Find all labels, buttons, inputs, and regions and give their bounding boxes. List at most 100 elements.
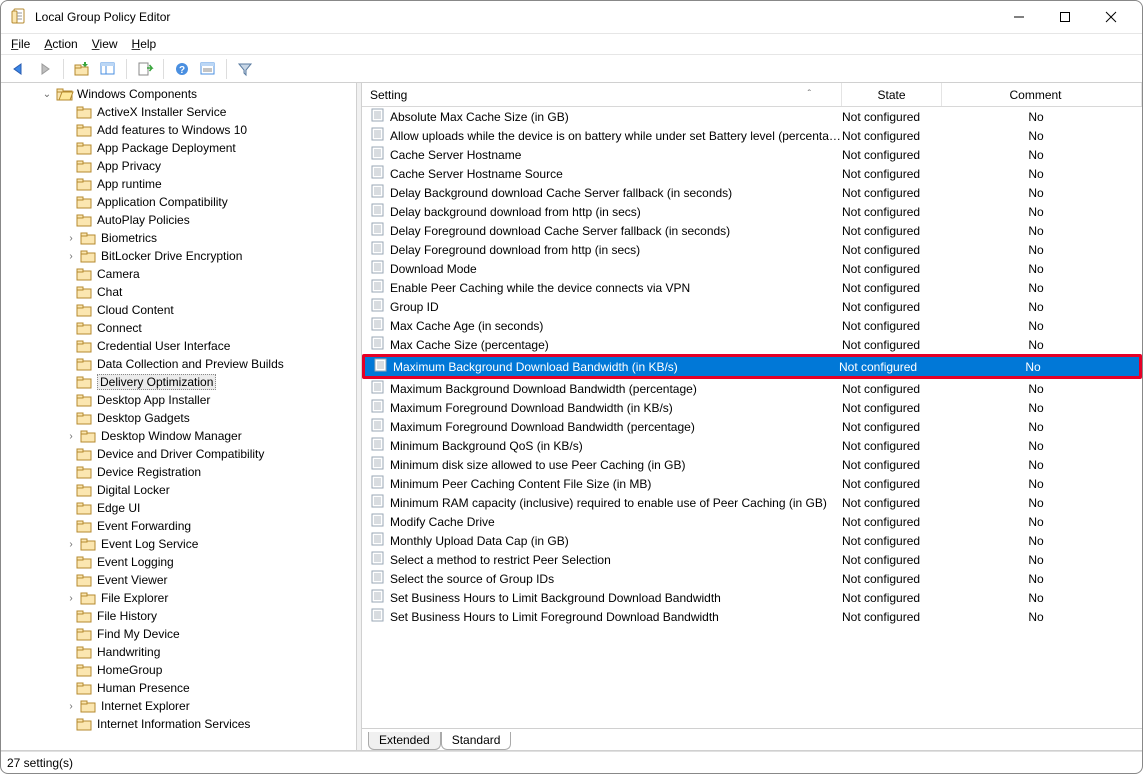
- column-state[interactable]: State: [842, 83, 942, 106]
- tree-item[interactable]: Event Viewer: [1, 571, 356, 589]
- tree-item[interactable]: Cloud Content: [1, 301, 356, 319]
- list-row[interactable]: Enable Peer Caching while the device con…: [362, 278, 1142, 297]
- tree-item[interactable]: Event Logging: [1, 553, 356, 571]
- tree-item[interactable]: App Privacy: [1, 157, 356, 175]
- list-row[interactable]: Minimum disk size allowed to use Peer Ca…: [362, 455, 1142, 474]
- list-row[interactable]: Set Business Hours to Limit Foreground D…: [362, 607, 1142, 626]
- menu-view[interactable]: View: [92, 37, 118, 51]
- export-list-button[interactable]: [133, 58, 157, 80]
- tab-extended[interactable]: Extended: [368, 732, 441, 750]
- list-row[interactable]: Monthly Upload Data Cap (in GB)Not confi…: [362, 531, 1142, 550]
- tree-pane[interactable]: ⌄ Windows Components ActiveX Installer S…: [1, 83, 357, 750]
- tree-item[interactable]: ›Event Log Service: [1, 535, 356, 553]
- menu-action[interactable]: Action: [44, 37, 77, 51]
- setting-comment: No: [942, 515, 1142, 529]
- tree-item[interactable]: Device and Driver Compatibility: [1, 445, 356, 463]
- tree-item[interactable]: App runtime: [1, 175, 356, 193]
- close-button[interactable]: [1088, 2, 1134, 32]
- filter-button[interactable]: [233, 58, 257, 80]
- list-row[interactable]: Modify Cache DriveNot configuredNo: [362, 512, 1142, 531]
- list-row[interactable]: Delay Background download Cache Server f…: [362, 183, 1142, 202]
- tree-item[interactable]: Chat: [1, 283, 356, 301]
- setting-comment: No: [939, 360, 1139, 374]
- list-row[interactable]: Download ModeNot configuredNo: [362, 259, 1142, 278]
- list-row[interactable]: Cache Server HostnameNot configuredNo: [362, 145, 1142, 164]
- tree-item[interactable]: File History: [1, 607, 356, 625]
- setting-name: Delay background download from http (in …: [390, 205, 842, 219]
- list-row[interactable]: Cache Server Hostname SourceNot configur…: [362, 164, 1142, 183]
- list-row[interactable]: Select a method to restrict Peer Selecti…: [362, 550, 1142, 569]
- menu-help[interactable]: Help: [132, 37, 157, 51]
- tree-item[interactable]: Event Forwarding: [1, 517, 356, 535]
- tree-item[interactable]: ActiveX Installer Service: [1, 103, 356, 121]
- chevron-right-icon[interactable]: ›: [65, 539, 77, 550]
- chevron-right-icon[interactable]: ›: [65, 593, 77, 604]
- list-body[interactable]: Absolute Max Cache Size (in GB)Not confi…: [362, 107, 1142, 728]
- tree-item[interactable]: App Package Deployment: [1, 139, 356, 157]
- list-row[interactable]: Maximum Foreground Download Bandwidth (i…: [362, 398, 1142, 417]
- chevron-right-icon[interactable]: ›: [65, 701, 77, 712]
- tree-item[interactable]: Internet Information Services: [1, 715, 356, 733]
- chevron-down-icon[interactable]: ⌄: [41, 89, 53, 100]
- list-row[interactable]: Group IDNot configuredNo: [362, 297, 1142, 316]
- tree-item[interactable]: AutoPlay Policies: [1, 211, 356, 229]
- tree-item[interactable]: Application Compatibility: [1, 193, 356, 211]
- list-row[interactable]: Delay Foreground download Cache Server f…: [362, 221, 1142, 240]
- tree-item-label: Data Collection and Preview Builds: [97, 357, 284, 371]
- minimize-button[interactable]: [996, 2, 1042, 32]
- policy-icon: [370, 203, 386, 220]
- tree-item[interactable]: Find My Device: [1, 625, 356, 643]
- tree-item[interactable]: Handwriting: [1, 643, 356, 661]
- tree-item[interactable]: ›BitLocker Drive Encryption: [1, 247, 356, 265]
- folder-icon: [77, 177, 93, 191]
- up-button[interactable]: [70, 58, 94, 80]
- tree-item[interactable]: Digital Locker: [1, 481, 356, 499]
- tree-item[interactable]: Data Collection and Preview Builds: [1, 355, 356, 373]
- list-row[interactable]: Maximum Background Download Bandwidth (i…: [365, 357, 1139, 376]
- list-row[interactable]: Select the source of Group IDsNot config…: [362, 569, 1142, 588]
- tree-item[interactable]: Edge UI: [1, 499, 356, 517]
- list-row[interactable]: Max Cache Size (percentage)Not configure…: [362, 335, 1142, 354]
- tree-item[interactable]: ›Biometrics: [1, 229, 356, 247]
- tree-item[interactable]: Desktop Gadgets: [1, 409, 356, 427]
- tree-item[interactable]: HomeGroup: [1, 661, 356, 679]
- back-button[interactable]: [7, 58, 31, 80]
- list-row[interactable]: Minimum RAM capacity (inclusive) require…: [362, 493, 1142, 512]
- help-button[interactable]: ?: [170, 58, 194, 80]
- show-hide-tree-button[interactable]: [96, 58, 120, 80]
- list-row[interactable]: Set Business Hours to Limit Background D…: [362, 588, 1142, 607]
- list-row[interactable]: Delay Foreground download from http (in …: [362, 240, 1142, 259]
- tree-root[interactable]: ⌄ Windows Components: [1, 85, 356, 103]
- tree-item[interactable]: ›Internet Explorer: [1, 697, 356, 715]
- list-row[interactable]: Absolute Max Cache Size (in GB)Not confi…: [362, 107, 1142, 126]
- column-comment[interactable]: Comment: [942, 83, 1142, 106]
- forward-button[interactable]: [33, 58, 57, 80]
- list-row[interactable]: Minimum Background QoS (in KB/s)Not conf…: [362, 436, 1142, 455]
- app-icon: [11, 8, 27, 27]
- chevron-right-icon[interactable]: ›: [65, 251, 77, 262]
- maximize-button[interactable]: [1042, 2, 1088, 32]
- tree-item[interactable]: Add features to Windows 10: [1, 121, 356, 139]
- tree-item[interactable]: Camera: [1, 265, 356, 283]
- tree-item[interactable]: ›Desktop Window Manager: [1, 427, 356, 445]
- chevron-right-icon[interactable]: ›: [65, 431, 77, 442]
- tree-item[interactable]: Credential User Interface: [1, 337, 356, 355]
- list-row[interactable]: Maximum Background Download Bandwidth (p…: [362, 379, 1142, 398]
- tree-item[interactable]: Device Registration: [1, 463, 356, 481]
- tree-item[interactable]: Human Presence: [1, 679, 356, 697]
- tree-item[interactable]: Desktop App Installer: [1, 391, 356, 409]
- chevron-right-icon[interactable]: ›: [65, 233, 77, 244]
- list-row[interactable]: Minimum Peer Caching Content File Size (…: [362, 474, 1142, 493]
- properties-button[interactable]: [196, 58, 220, 80]
- tree-item[interactable]: Connect: [1, 319, 356, 337]
- tree-item[interactable]: ›File Explorer: [1, 589, 356, 607]
- menu-file[interactable]: File: [11, 37, 30, 51]
- tab-standard[interactable]: Standard: [441, 732, 512, 750]
- list-row[interactable]: Allow uploads while the device is on bat…: [362, 126, 1142, 145]
- list-row[interactable]: Max Cache Age (in seconds)Not configured…: [362, 316, 1142, 335]
- column-setting[interactable]: Setting ˆ: [362, 83, 842, 106]
- list-row[interactable]: Maximum Foreground Download Bandwidth (p…: [362, 417, 1142, 436]
- list-row[interactable]: Delay background download from http (in …: [362, 202, 1142, 221]
- setting-name: Delay Background download Cache Server f…: [390, 186, 842, 200]
- tree-item[interactable]: Delivery Optimization: [1, 373, 356, 391]
